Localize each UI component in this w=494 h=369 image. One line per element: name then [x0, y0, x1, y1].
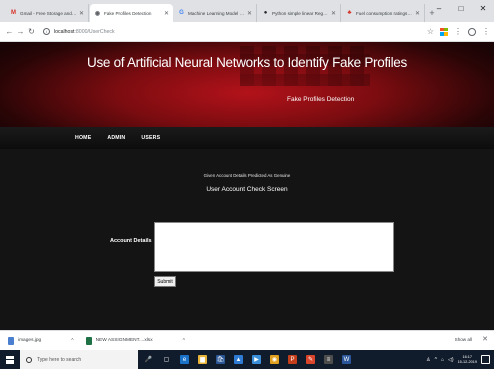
- web-page: Use of Artificial Neural Networks to Ide…: [0, 42, 494, 330]
- profile-avatar-icon[interactable]: [468, 27, 476, 36]
- system-tray: ♙ ^ ⌂ ◁) 16:17 15-12-2019: [426, 350, 494, 369]
- file-icon: [8, 336, 14, 345]
- address-path: :8000/UserCheck: [74, 28, 115, 35]
- taskbar-search[interactable]: Type here to search: [20, 350, 138, 369]
- toolbar-icons: ☆ ⋮ ⋮: [427, 27, 490, 36]
- account-details-textarea[interactable]: [154, 222, 394, 272]
- clock-date: 15-12-2019: [457, 359, 477, 364]
- clock[interactable]: 16:17 15-12-2019: [458, 355, 477, 364]
- browser-tab-strip: MGmail - Free Storage and Emai✕◉Fake Pro…: [0, 0, 494, 22]
- file-icon: [85, 336, 92, 345]
- extension-icon[interactable]: ⋮: [454, 27, 462, 36]
- tab-title: Python simple linear Regress: [272, 10, 329, 16]
- tab-title: Fuel consumption ratings - Ca: [356, 10, 413, 16]
- menu-kebab-icon[interactable]: ⋮: [482, 27, 490, 36]
- taskbar-apps: 🎤 ▢ e ▆ 🛍 ▲ ▶ ◉ P ✎ ≡ W: [144, 355, 351, 364]
- tab-title: Gmail - Free Storage and Emai: [20, 10, 77, 16]
- tab-close-icon[interactable]: ✕: [79, 10, 84, 17]
- nav-home[interactable]: HOME: [75, 135, 91, 141]
- tray-chevron-icon[interactable]: ^: [435, 357, 437, 363]
- submit-button[interactable]: Submit: [154, 276, 176, 287]
- account-details-label: Account Details: [110, 238, 152, 244]
- address-bar[interactable]: i localhost:8000/UserCheck: [41, 24, 421, 39]
- downloads-bar: images.jpg ^ NEW ASSIGNMENT....xlsx ^ Show a…: [0, 330, 494, 350]
- photos-icon[interactable]: ▲: [234, 355, 243, 364]
- download-item[interactable]: NEW ASSIGNMENT....xlsx ^: [85, 336, 185, 345]
- screen-title: User Account Check Screen: [206, 186, 288, 193]
- people-icon[interactable]: ♙: [426, 357, 430, 363]
- back-button[interactable]: ←: [4, 25, 15, 39]
- volume-icon[interactable]: ◁): [448, 357, 454, 363]
- nav-users[interactable]: USERS: [141, 135, 160, 141]
- browser-tab[interactable]: G Machine Learning Model for C ✕: [174, 4, 257, 22]
- word-icon[interactable]: W: [342, 355, 351, 364]
- github-icon: ●: [263, 10, 268, 16]
- browser-tab[interactable]: ◉ Fake Profiles Detection ✕: [90, 4, 173, 22]
- forward-button[interactable]: →: [15, 25, 26, 39]
- edge-icon[interactable]: e: [180, 355, 189, 364]
- file-explorer-icon[interactable]: ▆: [198, 355, 207, 364]
- show-all-button[interactable]: Show all: [455, 337, 472, 342]
- start-button[interactable]: [0, 350, 20, 369]
- screen: MGmail - Free Storage and Emai✕◉Fake Pro…: [0, 0, 494, 369]
- chrome-taskbar-icon[interactable]: ◉: [270, 355, 279, 364]
- media-icon[interactable]: ▶: [252, 355, 261, 364]
- gmail-icon: M: [11, 10, 16, 16]
- site-nav: HOME ADMIN USERS: [0, 127, 494, 149]
- window-controls: – □ ✕: [428, 0, 494, 16]
- tab-close-icon[interactable]: ✕: [247, 10, 252, 17]
- site-subtitle: Fake Profiles Detection: [287, 96, 355, 103]
- powerpoint-icon[interactable]: P: [288, 355, 297, 364]
- address-host: localhost: [54, 28, 75, 35]
- windows-taskbar: Type here to search 🎤 ▢ e ▆ 🛍 ▲ ▶ ◉ P ✎ ≡ W ♙ ^ ⌂ ◁…: [0, 350, 494, 369]
- store-icon[interactable]: 🛍: [216, 355, 225, 364]
- office-extension-icon[interactable]: [440, 27, 448, 36]
- browser-tab[interactable]: ● Python simple linear Regress ✕: [258, 4, 341, 22]
- chevron-up-icon[interactable]: ^: [183, 338, 185, 344]
- nav-admin[interactable]: ADMIN: [107, 135, 125, 141]
- notepad-icon[interactable]: ≡: [324, 355, 333, 364]
- close-window-button[interactable]: ✕: [472, 0, 494, 16]
- microphone-icon[interactable]: 🎤: [144, 355, 153, 364]
- chrome-icon: ◉: [94, 10, 101, 17]
- browser-tab[interactable]: M Gmail - Free Storage and Emai✕: [6, 4, 89, 22]
- download-item[interactable]: images.jpg ^: [8, 336, 74, 345]
- task-view-icon[interactable]: ▢: [162, 355, 171, 364]
- chevron-up-icon[interactable]: ^: [71, 338, 73, 344]
- canada-flag-icon: ♣: [347, 10, 352, 16]
- prediction-message: Given Account Details Predicted As Genui…: [203, 173, 291, 178]
- browser-tab[interactable]: ♣ Fuel consumption ratings - Ca ✕: [342, 4, 425, 22]
- tab-close-icon[interactable]: ✕: [331, 10, 336, 17]
- action-center-icon[interactable]: [481, 355, 490, 364]
- windows-logo-icon: [6, 355, 14, 364]
- bookmark-star-icon[interactable]: ☆: [427, 27, 434, 36]
- download-filename: NEW ASSIGNMENT....xlsx: [95, 338, 153, 343]
- browser-toolbar: ← → ↻ i localhost:8000/UserCheck ☆ ⋮ ⋮: [0, 22, 494, 42]
- reload-button[interactable]: ↻: [26, 25, 37, 39]
- tab-close-icon[interactable]: ✕: [415, 10, 420, 17]
- tab-close-icon[interactable]: ✕: [164, 10, 169, 17]
- search-placeholder: Type here to search: [37, 356, 82, 363]
- tab-title: Fake Profiles Detection: [104, 10, 152, 16]
- maximize-button[interactable]: □: [450, 0, 472, 16]
- site-title: Use of Artificial Neural Networks to Ide…: [87, 55, 407, 70]
- site-banner: Use of Artificial Neural Networks to Ide…: [0, 42, 494, 127]
- google-icon: G: [179, 10, 184, 16]
- minimize-button[interactable]: –: [428, 0, 450, 16]
- site-info-icon[interactable]: i: [43, 28, 50, 35]
- downloads-close-icon[interactable]: ✕: [482, 335, 488, 343]
- network-icon[interactable]: ⌂: [441, 357, 444, 363]
- download-filename: images.jpg: [18, 338, 42, 343]
- tab-title: Machine Learning Model for C: [188, 10, 245, 16]
- cortana-icon: [26, 356, 32, 363]
- paint-icon[interactable]: ✎: [306, 355, 315, 364]
